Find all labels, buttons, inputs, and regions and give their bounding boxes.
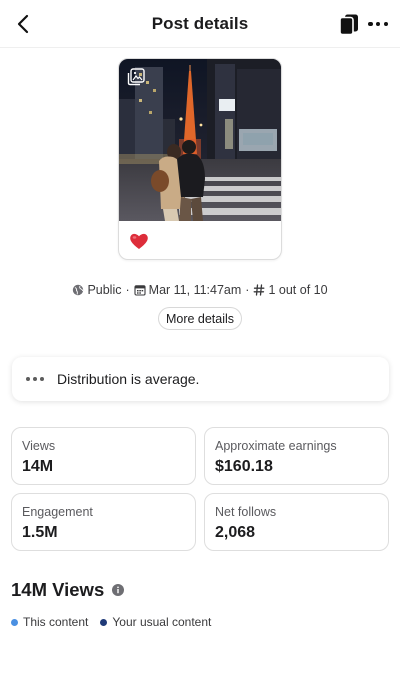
post-meta-row: Public · Mar 11, 11:47am · 1 out of 10	[0, 281, 400, 299]
stat-value: 14M	[22, 458, 54, 475]
switch-view-icon	[339, 14, 358, 36]
legend-dot	[11, 618, 18, 626]
gallery-icon	[127, 68, 145, 86]
meta-separator: ·	[245, 283, 250, 297]
views-title: 14M Views	[11, 579, 105, 600]
visibility-label: Public	[87, 283, 122, 297]
more-horizontal-icon	[26, 377, 44, 381]
switch-view-button[interactable]	[338, 13, 360, 36]
stat-card-engagement[interactable]: Engagement 1.5M	[11, 493, 196, 551]
stat-label: Engagement	[22, 505, 93, 519]
stat-card-net-follows[interactable]: Net follows 2,068	[204, 493, 389, 551]
stat-value: 1.5M	[22, 524, 58, 541]
more-dot	[375, 21, 381, 27]
legend-item-usual-content: Your usual content	[100, 615, 211, 629]
meta-separator: ·	[125, 283, 130, 297]
header-bar: Post details	[0, 0, 400, 48]
stat-card-earnings[interactable]: Approximate earnings $160.18	[204, 427, 389, 485]
heart-emoji	[130, 233, 148, 249]
stat-label: Views	[22, 439, 56, 453]
more-options-button[interactable]	[366, 14, 390, 34]
stat-label: Net follows	[215, 505, 277, 519]
stat-value: 2,068	[215, 524, 256, 541]
distribution-card[interactable]: Distribution is average.	[12, 357, 389, 401]
post-rank: 1 out of 10	[268, 283, 328, 297]
back-button[interactable]	[12, 12, 36, 36]
distribution-text: Distribution is average.	[57, 371, 200, 387]
calendar-icon	[134, 285, 146, 296]
stat-value: $160.18	[215, 458, 273, 475]
info-icon[interactable]	[112, 584, 125, 596]
post-preview-card[interactable]	[118, 58, 282, 260]
more-dot	[368, 21, 373, 27]
more-details-button[interactable]: More details	[158, 307, 242, 330]
stat-card-views[interactable]: Views 14M	[11, 427, 196, 485]
legend-dot	[100, 618, 108, 626]
legend-label: This content	[23, 615, 89, 629]
post-date: Mar 11, 11:47am	[148, 283, 242, 297]
chevron-left-icon	[17, 14, 29, 34]
legend-item-this-content: This content	[11, 615, 88, 629]
views-legend: This content Your usual content	[11, 615, 223, 629]
hashtag-icon	[254, 284, 265, 296]
legend-label: Your usual content	[112, 615, 212, 629]
globe-icon	[73, 284, 84, 296]
stat-label: Approximate earnings	[215, 439, 337, 453]
views-section-heading: 14M Views	[11, 579, 125, 601]
page-title: Post details	[151, 13, 249, 33]
more-dot	[383, 21, 388, 27]
